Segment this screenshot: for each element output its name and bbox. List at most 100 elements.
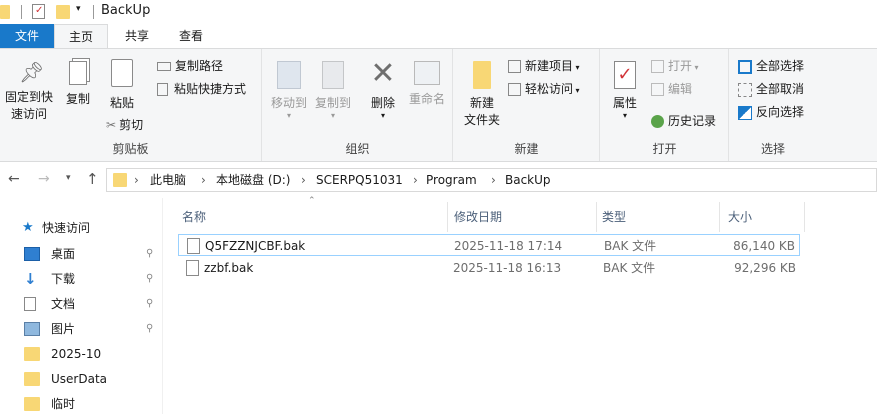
breadcrumb-separator[interactable]: › [413,169,418,191]
paste-shortcut-icon [157,83,168,96]
invert-selection-icon [738,105,752,120]
back-icon[interactable]: ← [8,171,20,187]
group-label: 剪贴板 [112,142,149,156]
open-group: ✓ 属性 ▾ 打开 ▾ 编辑 历史记录 打开 [601,49,729,161]
new-item-icon [508,60,521,73]
move-to-button[interactable]: 移动到 ▾ [266,57,312,120]
new-item-button[interactable]: 新建项目 ▾ [508,56,580,76]
new-folder-icon [473,61,491,89]
title-bar: ✓ ▾ BackUp [0,0,877,24]
clipboard-group: 📌︎ 固定到快 速访问 复制 粘贴 复制路径 粘贴快捷方式 ✂ 剪切 剪贴板 [0,49,262,161]
nav-quick-access[interactable]: ★ 快速访问 [22,216,152,240]
select-all-button[interactable]: 全部选择 [738,56,804,76]
table-row[interactable]: Q5FZZNJCBF.bak 2025-11-18 17:14 BAK 文件 8… [178,234,800,256]
nav-item-downloads[interactable]: ↓ 下载 ⚲ [24,267,158,291]
paste-button[interactable]: 粘贴 [102,57,142,112]
column-header-date[interactable]: 修改日期 [454,202,594,232]
column-divider[interactable] [596,202,597,232]
copy-to-icon [322,61,344,89]
tab-view[interactable]: 查看 [164,24,218,48]
move-to-icon [277,61,301,89]
file-name: zzbf.bak [204,261,254,275]
copy-to-button[interactable]: 复制到 ▾ [311,57,355,120]
new-folder-quick-icon[interactable] [56,5,70,19]
select-all-icon [738,59,752,74]
column-divider[interactable] [719,202,720,232]
nav-item-folder[interactable]: 临时 [24,392,158,416]
pin-icon[interactable]: ⚲ [146,242,153,266]
divider [21,5,22,19]
crumb-drive-d[interactable]: 本地磁盘 (D:) [216,169,290,191]
file-name: Q5FZZNJCBF.bak [205,239,306,253]
new-folder-button[interactable]: 新建 文件夹 [460,57,504,129]
rename-button[interactable]: 重命名 [405,57,449,108]
copy-path-icon [157,62,171,71]
file-type: BAK 文件 [604,239,657,253]
tab-home[interactable]: 主页 [54,24,108,49]
copy-icon [69,61,87,85]
recent-locations-icon[interactable]: ▾ [66,173,71,183]
nav-item-folder[interactable]: 2025-10 [24,342,158,366]
crumb-this-pc[interactable]: 此电脑 [150,169,186,191]
column-divider[interactable] [804,202,805,232]
file-size: 86,140 KB [733,239,795,253]
file-icon [187,238,200,254]
address-breadcrumb[interactable]: › 此电脑 › 本地磁盘 (D:) › SCERPQ51031 › Progra… [106,168,877,192]
breadcrumb-separator[interactable]: › [491,169,496,191]
picture-icon [24,322,40,336]
file-list: ⌃ 名称 修改日期 类型 大小 Q5FZZNJCBF.bak 2025-11-1… [164,196,877,414]
window-title: BackUp [101,3,151,18]
scissors-icon: ✂ [106,118,117,132]
folder-icon [0,5,10,19]
nav-item-desktop[interactable]: 桌面 ⚲ [24,242,158,266]
pin-quick-access-button[interactable]: 📌︎ 固定到快 速访问 [2,57,56,123]
history-icon [651,115,664,128]
invert-selection-button[interactable]: 反向选择 [738,102,804,122]
open-button[interactable]: 打开 ▾ [651,56,699,76]
column-header-type[interactable]: 类型 [602,202,712,232]
paste-icon [111,59,133,87]
breadcrumb-separator[interactable]: › [301,169,306,191]
history-button[interactable]: 历史记录 [651,111,716,131]
column-divider[interactable] [447,202,448,232]
easy-access-button[interactable]: 轻松访问 ▾ [508,79,580,99]
column-header-size[interactable]: 大小 [728,202,798,232]
easy-access-icon [508,83,521,96]
crumb-scerpq[interactable]: SCERPQ51031 [316,169,403,191]
organize-group: 移动到 ▾ 复制到 ▾ ✕ 删除 ▾ 重命名 组织 [263,49,453,161]
crumb-backup[interactable]: BackUp [505,169,551,191]
download-icon: ↓ [24,270,37,288]
column-header-name[interactable]: 名称 [182,202,446,232]
tab-file[interactable]: 文件 [0,24,54,48]
breadcrumb-separator[interactable]: › [201,169,206,191]
pin-icon[interactable]: ⚲ [146,292,153,316]
customize-toolbar-icon[interactable]: ▾ [76,4,81,14]
pin-icon: 📌︎ [19,60,45,84]
properties-button[interactable]: ✓ 属性 ▾ [605,57,645,120]
edit-button[interactable]: 编辑 [651,79,692,99]
table-row[interactable]: zzbf.bak 2025-11-18 16:13 BAK 文件 92,296 … [178,257,800,279]
nav-item-folder[interactable]: UserData [24,367,158,391]
tab-share[interactable]: 共享 [110,24,164,48]
star-icon: ★ [22,220,34,235]
nav-item-pictures[interactable]: 图片 ⚲ [24,317,158,341]
select-none-button[interactable]: 全部取消 [738,79,804,99]
up-icon[interactable]: ↑ [86,170,99,188]
delete-button[interactable]: ✕ 删除 ▾ [363,57,403,120]
edit-icon [651,83,664,96]
folder-icon [24,347,40,361]
copy-path-button[interactable]: 复制路径 [157,56,223,76]
crumb-program[interactable]: Program [426,169,477,191]
folder-icon [113,173,127,187]
pin-icon[interactable]: ⚲ [146,267,153,291]
nav-item-documents[interactable]: 文档 ⚲ [24,292,158,316]
copy-button[interactable]: 复制 [60,57,96,108]
cut-button[interactable]: ✂ 剪切 [106,115,143,135]
breadcrumb-separator[interactable]: › [134,169,139,191]
group-label: 选择 [760,142,785,156]
pin-icon[interactable]: ⚲ [146,317,153,341]
file-date: 2025-11-18 16:13 [453,261,562,275]
properties-quick-icon[interactable]: ✓ [32,4,45,19]
paste-shortcut-button[interactable]: 粘贴快捷方式 [157,79,246,99]
forward-icon[interactable]: → [38,171,50,187]
